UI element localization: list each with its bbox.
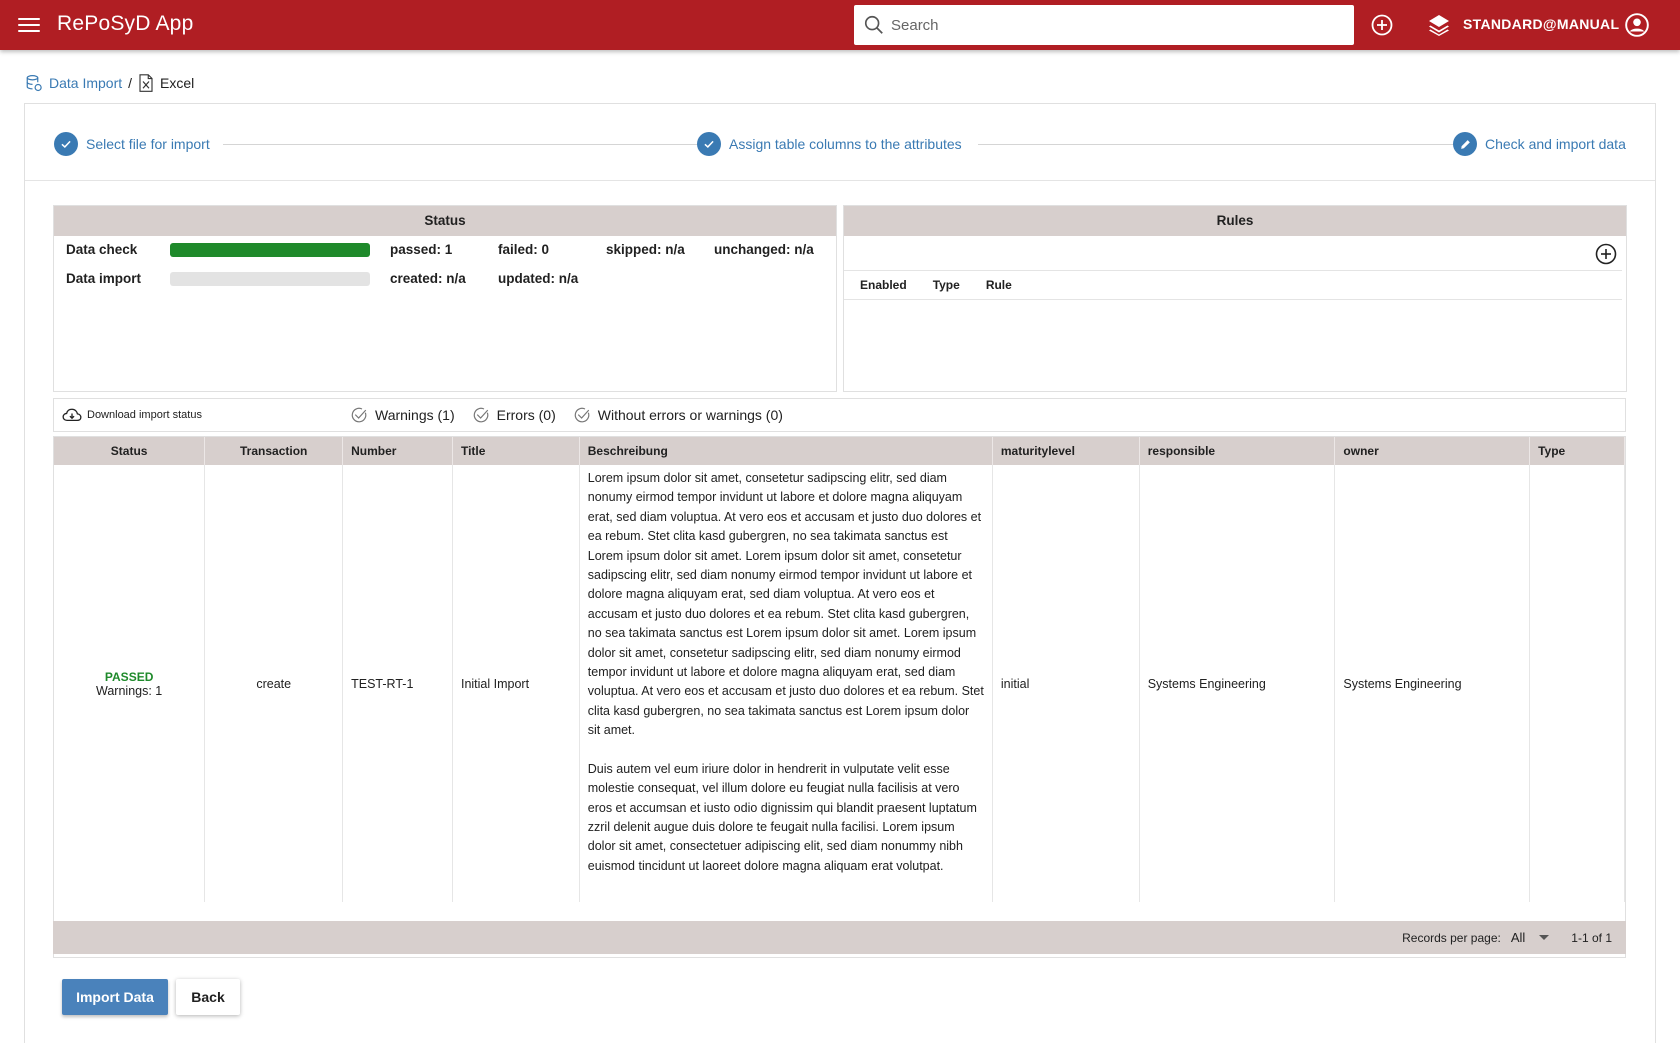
account-circle-icon[interactable] bbox=[1624, 12, 1650, 38]
status-badge: PASSED bbox=[104, 669, 154, 684]
updated-count: updated: n/a bbox=[498, 271, 579, 286]
status-panel: Status Data check passed: 1 failed: 0 sk… bbox=[53, 205, 837, 392]
search-box bbox=[854, 5, 1354, 45]
status-panel-title: Status bbox=[54, 206, 836, 236]
data-import-label: Data import bbox=[66, 271, 142, 286]
filter-without-label: Without errors or warnings (0) bbox=[597, 407, 783, 423]
add-circle-icon[interactable] bbox=[1370, 13, 1394, 37]
download-label: Download import status bbox=[87, 409, 202, 421]
skipped-count: skipped: n/a bbox=[606, 242, 685, 257]
col-beschreibung[interactable]: Beschreibung bbox=[579, 437, 993, 465]
rules-panel: Rules Enabled Type Rule bbox=[843, 205, 1627, 392]
rules-col-type[interactable]: Type bbox=[933, 278, 960, 292]
cell-type bbox=[1529, 465, 1625, 902]
filter-warnings-label: Warnings (1) bbox=[375, 407, 455, 423]
breadcrumb-data-import-link[interactable]: Data Import bbox=[49, 75, 122, 91]
cell-transaction: create bbox=[204, 465, 344, 902]
col-maturitylevel[interactable]: maturitylevel bbox=[992, 437, 1140, 465]
database-import-icon bbox=[26, 75, 42, 92]
menu-icon[interactable] bbox=[18, 14, 40, 36]
rules-col-rule[interactable]: Rule bbox=[986, 278, 1012, 292]
check-icon bbox=[54, 132, 78, 156]
step-connector bbox=[223, 144, 715, 145]
add-rule-icon[interactable] bbox=[1594, 242, 1618, 266]
cell-owner: Systems Engineering bbox=[1334, 465, 1531, 902]
import-table: Status Transaction Number Title Beschrei… bbox=[53, 436, 1626, 958]
pagination-info: 1-1 of 1 bbox=[1571, 930, 1612, 945]
data-import-row: Data import created: n/a updated: n/a bbox=[66, 271, 606, 286]
step-check-import[interactable]: Check and import data bbox=[1453, 132, 1626, 156]
col-transaction[interactable]: Transaction bbox=[204, 437, 344, 465]
unchanged-count: unchanged: n/a bbox=[714, 242, 814, 257]
description-paragraph: Lorem ipsum dolor sit amet, consetetur s… bbox=[587, 471, 984, 738]
check-circle-outline-icon bbox=[473, 407, 488, 423]
check-icon bbox=[697, 132, 721, 156]
filter-bar: Download import status Warnings (1) Erro… bbox=[53, 398, 1626, 432]
table-header-row: Status Transaction Number Title Beschrei… bbox=[54, 437, 1625, 465]
pencil-icon bbox=[1453, 132, 1477, 156]
filter-errors-label: Errors (0) bbox=[496, 407, 556, 423]
col-number[interactable]: Number bbox=[342, 437, 453, 465]
cell-number: TEST-RT-1 bbox=[342, 465, 453, 902]
rules-table-header: Enabled Type Rule bbox=[860, 278, 1038, 292]
app-bar: RePoSyD App STANDARD@MANUAL bbox=[0, 0, 1680, 50]
breadcrumb: Data Import / Excel bbox=[25, 74, 194, 92]
download-status-button[interactable]: Download import status bbox=[62, 407, 350, 423]
layers-icon[interactable] bbox=[1427, 13, 1451, 37]
user-label[interactable]: STANDARD@MANUAL bbox=[1463, 16, 1619, 32]
failed-count: failed: 0 bbox=[498, 242, 550, 257]
records-per-page-select[interactable]: All bbox=[1510, 930, 1550, 945]
cloud-download-icon bbox=[62, 408, 82, 422]
passed-count: passed: 1 bbox=[390, 242, 453, 257]
filter-warnings[interactable]: Warnings (1) bbox=[350, 406, 455, 424]
step-label: Check and import data bbox=[1485, 136, 1626, 152]
cell-title: Initial Import bbox=[452, 465, 580, 902]
step-connector bbox=[978, 144, 1466, 145]
data-check-progress bbox=[170, 242, 370, 257]
data-check-label: Data check bbox=[66, 242, 138, 257]
import-data-button[interactable]: Import Data bbox=[62, 979, 168, 1015]
rules-panel-title: Rules bbox=[844, 206, 1626, 236]
records-per-page-value: All bbox=[1510, 930, 1526, 945]
stepper: Select file for import Assign table colu… bbox=[25, 104, 1655, 181]
cell-responsible: Systems Engineering bbox=[1139, 465, 1336, 902]
col-type[interactable]: Type bbox=[1529, 437, 1625, 465]
app-title: RePoSyD App bbox=[57, 12, 194, 35]
warnings-count: Warnings: 1 bbox=[96, 683, 163, 698]
breadcrumb-separator: / bbox=[128, 75, 133, 91]
divider bbox=[844, 299, 1622, 300]
excel-file-icon bbox=[139, 74, 153, 92]
col-responsible[interactable]: responsible bbox=[1139, 437, 1336, 465]
table-footer: Records per page: All 1-1 of 1 bbox=[53, 921, 1626, 954]
search-icon bbox=[864, 15, 883, 34]
col-status[interactable]: Status bbox=[54, 437, 206, 465]
cell-beschreibung: Lorem ipsum dolor sit amet, consetetur s… bbox=[579, 465, 993, 902]
table-row[interactable]: PASSED Warnings: 1 create TEST-RT-1 Init… bbox=[54, 465, 1625, 902]
filter-without[interactable]: Without errors or warnings (0) bbox=[573, 406, 783, 424]
data-check-row: Data check passed: 1 failed: 0 skipped: … bbox=[66, 242, 822, 257]
rules-col-enabled[interactable]: Enabled bbox=[860, 278, 907, 292]
col-owner[interactable]: owner bbox=[1334, 437, 1531, 465]
filter-errors[interactable]: Errors (0) bbox=[472, 406, 556, 424]
back-button[interactable]: Back bbox=[176, 979, 240, 1015]
step-label: Select file for import bbox=[86, 136, 210, 152]
records-per-page-label: Records per page: bbox=[1402, 930, 1501, 945]
step-label: Assign table columns to the attributes bbox=[729, 136, 962, 152]
created-count: created: n/a bbox=[390, 271, 466, 286]
data-import-progress bbox=[170, 271, 370, 286]
cell-status: PASSED Warnings: 1 bbox=[54, 465, 206, 902]
check-circle-outline-icon bbox=[351, 407, 367, 423]
search-input[interactable] bbox=[891, 16, 1331, 34]
col-title[interactable]: Title bbox=[452, 437, 580, 465]
divider bbox=[844, 270, 1622, 271]
breadcrumb-current: Excel bbox=[160, 75, 195, 91]
check-circle-outline-icon bbox=[574, 407, 590, 423]
description-paragraph: Duis autem vel eum iriure dolor in hendr… bbox=[587, 761, 977, 873]
cell-maturitylevel: initial bbox=[992, 465, 1140, 902]
chevron-down-icon bbox=[1539, 935, 1550, 940]
import-card: Select file for import Assign table colu… bbox=[24, 103, 1656, 1043]
step-assign-columns[interactable]: Assign table columns to the attributes bbox=[697, 132, 962, 156]
step-select-file[interactable]: Select file for import bbox=[54, 132, 210, 156]
